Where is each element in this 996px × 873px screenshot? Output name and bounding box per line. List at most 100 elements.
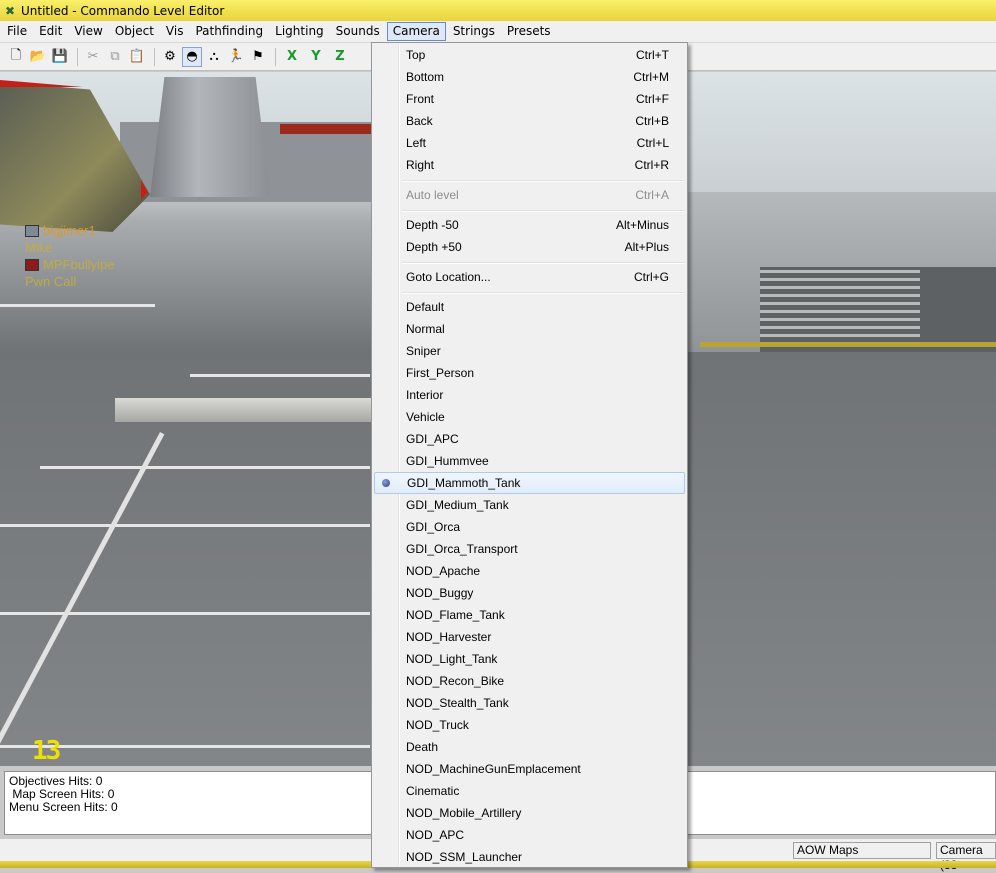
road-line <box>40 466 370 469</box>
menu-item-goto-location[interactable]: Goto Location... Ctrl+G <box>374 266 685 288</box>
road-line <box>190 374 370 377</box>
menu-item-label: Default <box>406 300 445 314</box>
menu-item-nod-apache[interactable]: NOD_Apache <box>374 560 685 582</box>
menu-item-sniper[interactable]: Sniper <box>374 340 685 362</box>
player-name: MPFbullyipe <box>43 257 115 272</box>
menu-item-interior[interactable]: Interior <box>374 384 685 406</box>
menu-item-nod-truck[interactable]: NOD_Truck <box>374 714 685 736</box>
player-row: Pwn Call <box>25 273 115 290</box>
menu-item-death[interactable]: Death <box>374 736 685 758</box>
menu-item-label: Normal <box>406 322 445 336</box>
menu-item-right[interactable]: Right Ctrl+R <box>374 154 685 176</box>
new-file-icon[interactable]: 🗋 <box>6 47 26 67</box>
menu-item-shortcut: Alt+Minus <box>615 218 669 232</box>
menu-item-label: Depth -50 <box>406 218 459 232</box>
menu-item-label: GDI_Hummvee <box>406 454 489 468</box>
menu-item-gdi-medium-tank[interactable]: GDI_Medium_Tank <box>374 494 685 516</box>
menu-item-nod-light-tank[interactable]: NOD_Light_Tank <box>374 648 685 670</box>
menu-presets[interactable]: Presets <box>502 22 556 41</box>
menu-item-shortcut: Ctrl+F <box>636 92 669 106</box>
menu-item-gdi-hummvee[interactable]: GDI_Hummvee <box>374 450 685 472</box>
save-icon[interactable]: 💾 <box>50 47 70 67</box>
menu-item-shortcut: Ctrl+L <box>636 136 669 150</box>
menu-item-back[interactable]: Back Ctrl+B <box>374 110 685 132</box>
menu-item-shortcut: Ctrl+R <box>634 158 669 172</box>
menu-item-label: Interior <box>406 388 444 402</box>
menu-item-label: NOD_Light_Tank <box>406 652 498 666</box>
menu-item-first-person[interactable]: First_Person <box>374 362 685 384</box>
menu-view[interactable]: View <box>69 22 107 41</box>
menu-separator <box>402 262 685 264</box>
menu-camera[interactable]: Camera <box>386 22 446 41</box>
camera-mode-icon[interactable]: ⚙ <box>160 47 180 67</box>
menu-item-top[interactable]: Top Ctrl+T <box>374 44 685 66</box>
menu-item-cinematic[interactable]: Cinematic <box>374 780 685 802</box>
menu-item-shortcut: Ctrl+M <box>633 70 669 84</box>
menu-item-nod-apc[interactable]: NOD_APC <box>374 824 685 846</box>
menu-item-nod-flame-tank[interactable]: NOD_Flame_Tank <box>374 604 685 626</box>
x-axis-button[interactable]: X <box>281 47 303 67</box>
menu-item-nod-stealth-tank[interactable]: NOD_Stealth_Tank <box>374 692 685 714</box>
menu-item-normal[interactable]: Normal <box>374 318 685 340</box>
menu-item-shortcut: Alt+Plus <box>624 240 669 254</box>
menu-item-vehicle[interactable]: Vehicle <box>374 406 685 428</box>
y-axis-button[interactable]: Y <box>305 47 327 67</box>
menu-item-nod-machinegunemplacement[interactable]: NOD_MachineGunEmplacement <box>374 758 685 780</box>
menu-item-label: Right <box>406 158 435 172</box>
menu-item-label: NOD_Recon_Bike <box>406 674 505 688</box>
menu-item-gdi-orca[interactable]: GDI_Orca <box>374 516 685 538</box>
menu-item-depth-50[interactable]: Depth -50 Alt+Minus <box>374 214 685 236</box>
menu-item-left[interactable]: Left Ctrl+L <box>374 132 685 154</box>
menu-item-front[interactable]: Front Ctrl+F <box>374 88 685 110</box>
menu-edit[interactable]: Edit <box>34 22 67 41</box>
walk-mode-icon[interactable]: ⛬ <box>204 47 224 67</box>
menu-item-shortcut: Ctrl+A <box>635 188 669 202</box>
flag-icon[interactable]: ⚑ <box>248 47 268 67</box>
toolbar-separator <box>275 47 276 66</box>
player-row: MPFbullyipe <box>25 256 115 273</box>
status-pane-maps: AOW Maps <box>793 842 931 859</box>
player-list: bigjimer1 Mike MPFbullyipe Pwn Call <box>25 222 115 290</box>
menu-item-depth-50[interactable]: Depth +50 Alt+Plus <box>374 236 685 258</box>
window-title: Untitled - Commando Level Editor <box>21 3 225 18</box>
road-line <box>0 612 370 615</box>
menu-item-shortcut: Ctrl+T <box>636 48 669 62</box>
open-folder-icon[interactable]: 📂 <box>28 47 48 67</box>
menu-pathfinding[interactable]: Pathfinding <box>190 22 268 41</box>
menu-item-label: Goto Location... <box>406 270 491 284</box>
menu-item-label: GDI_Medium_Tank <box>406 498 509 512</box>
menu-item-gdi-mammoth-tank[interactable]: GDI_Mammoth_Tank <box>374 472 685 494</box>
menu-item-label: Left <box>406 136 427 150</box>
menu-item-bottom[interactable]: Bottom Ctrl+M <box>374 66 685 88</box>
menu-item-label: Back <box>406 114 433 128</box>
menu-item-nod-buggy[interactable]: NOD_Buggy <box>374 582 685 604</box>
menu-item-gdi-orca-transport[interactable]: GDI_Orca_Transport <box>374 538 685 560</box>
run-mode-icon[interactable]: 🏃 <box>226 47 246 67</box>
menu-item-shortcut: Ctrl+B <box>635 114 669 128</box>
cut-icon[interactable]: ✂ <box>83 47 103 67</box>
menu-item-nod-ssm-launcher[interactable]: NOD_SSM_Launcher <box>374 846 685 868</box>
hud-counter: 13 <box>32 736 61 766</box>
menu-lighting[interactable]: Lighting <box>270 22 329 41</box>
menu-strings[interactable]: Strings <box>448 22 500 41</box>
player-name: Pwn Call <box>25 274 77 289</box>
menu-separator <box>402 180 685 182</box>
menu-item-nod-mobile-artillery[interactable]: NOD_Mobile_Artillery <box>374 802 685 824</box>
menu-sounds[interactable]: Sounds <box>331 22 385 41</box>
menu-object[interactable]: Object <box>110 22 159 41</box>
copy-icon[interactable]: ⧉ <box>105 47 125 67</box>
menu-item-label: Front <box>406 92 435 106</box>
menu-vis[interactable]: Vis <box>161 22 189 41</box>
paste-icon[interactable]: 📋 <box>127 47 147 67</box>
menu-item-gdi-apc[interactable]: GDI_APC <box>374 428 685 450</box>
menu-item-nod-recon-bike[interactable]: NOD_Recon_Bike <box>374 670 685 692</box>
menu-file[interactable]: File <box>2 22 32 41</box>
menu-item-default[interactable]: Default <box>374 296 685 318</box>
menu-item-label: NOD_MachineGunEmplacement <box>406 762 581 776</box>
menu-item-nod-harvester[interactable]: NOD_Harvester <box>374 626 685 648</box>
radio-selected-icon <box>382 479 390 487</box>
player-name: Mike <box>25 240 53 255</box>
menu-item-label: NOD_Harvester <box>406 630 492 644</box>
fly-mode-icon[interactable]: ◓ <box>182 46 202 67</box>
z-axis-button[interactable]: Z <box>329 47 351 67</box>
